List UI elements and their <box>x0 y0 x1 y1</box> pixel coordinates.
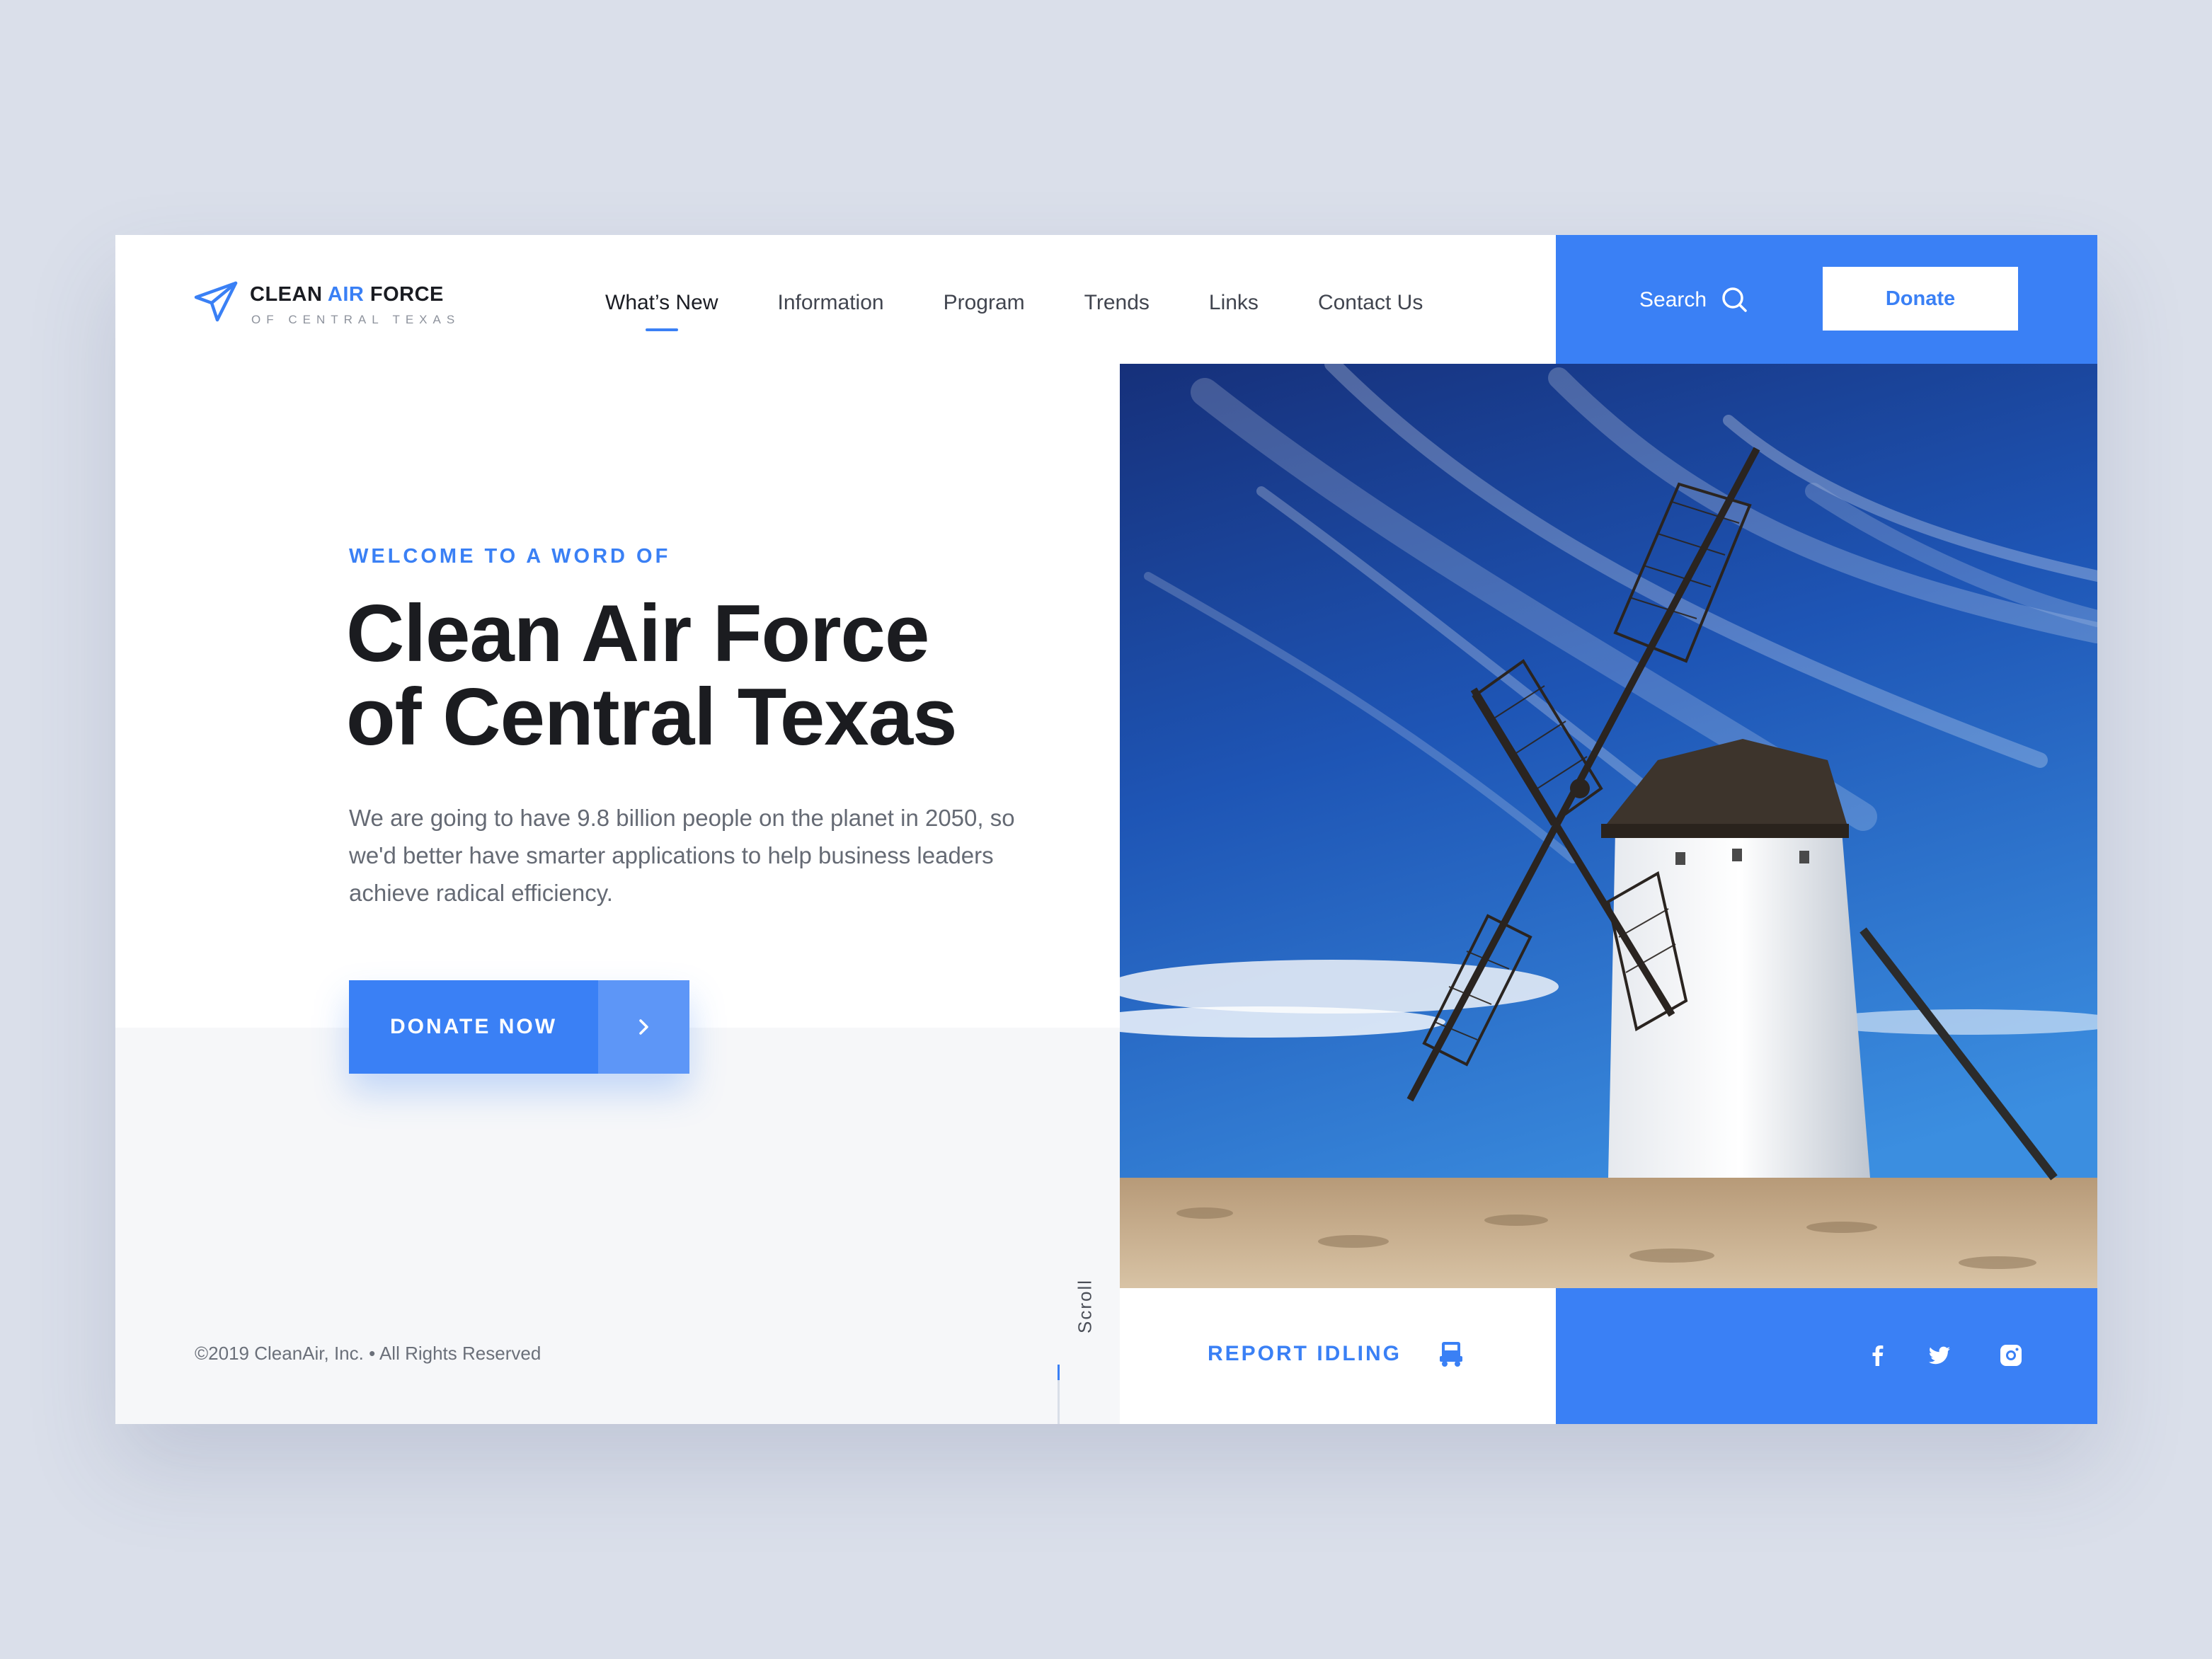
windmill-photo <box>1120 364 2097 1288</box>
chevron-right-icon <box>638 1019 648 1035</box>
copyright-text: ©2019 CleanAir, Inc. • All Rights Reserv… <box>195 1343 541 1364</box>
hero-description: We are going to have 9.8 billion people … <box>349 805 1015 906</box>
nav-item-information[interactable]: Information <box>778 282 884 324</box>
brand-subtitle: OF CENTRAL TEXAS <box>251 313 461 326</box>
nav-active-indicator <box>645 328 678 331</box>
windmill-image <box>1120 364 2097 1288</box>
nav-item-program[interactable]: Program <box>944 282 1025 324</box>
brand-logo[interactable]: CLEAN AIR FORCE OF CENTRAL TEXAS <box>193 277 462 334</box>
social-panel <box>1556 1288 2097 1424</box>
nav-item-contact-us[interactable]: Contact Us <box>1318 282 1423 324</box>
search-label: Search <box>1639 288 1707 311</box>
hero-title: Clean Air Force of Central Texas <box>346 589 957 762</box>
donate-now-button[interactable]: DONATE NOW <box>349 980 689 1074</box>
instagram-icon[interactable] <box>1998 1342 2024 1369</box>
nav-item-links[interactable]: Links <box>1209 282 1259 324</box>
report-idling-label: REPORT IDLING <box>1208 1342 1402 1365</box>
header-action-panel: Search Donate <box>1556 235 2097 364</box>
donate-now-label: DONATE NOW <box>349 980 598 1074</box>
paper-plane-icon <box>194 281 238 322</box>
nav-item-whats-new[interactable]: What’s New <box>605 282 718 331</box>
search-button[interactable]: Search <box>1639 282 1749 318</box>
brand-title: CLEAN AIR FORCE <box>250 283 444 306</box>
landing-card: CLEAN AIR FORCE OF CENTRAL TEXAS What’s … <box>115 235 2097 1424</box>
main-nav: What’s New Information Program Trends Li… <box>605 282 1482 331</box>
search-icon <box>1722 287 1747 312</box>
donate-button[interactable]: Donate <box>1823 267 2018 331</box>
twitter-icon[interactable] <box>1926 1342 1953 1369</box>
nav-item-trends[interactable]: Trends <box>1084 282 1150 324</box>
scroll-indicator-thumb[interactable] <box>1058 1365 1060 1380</box>
hero-eyebrow: WELCOME TO A WORD OF <box>349 545 671 568</box>
cta-arrow-box <box>598 980 689 1074</box>
report-idling-button[interactable]: REPORT IDLING <box>1120 1288 1556 1424</box>
facebook-icon[interactable] <box>1864 1342 1891 1369</box>
hero-lower-background <box>115 1028 1121 1424</box>
scroll-label: Scroll <box>1074 1279 1096 1334</box>
truck-icon <box>1440 1342 1462 1367</box>
